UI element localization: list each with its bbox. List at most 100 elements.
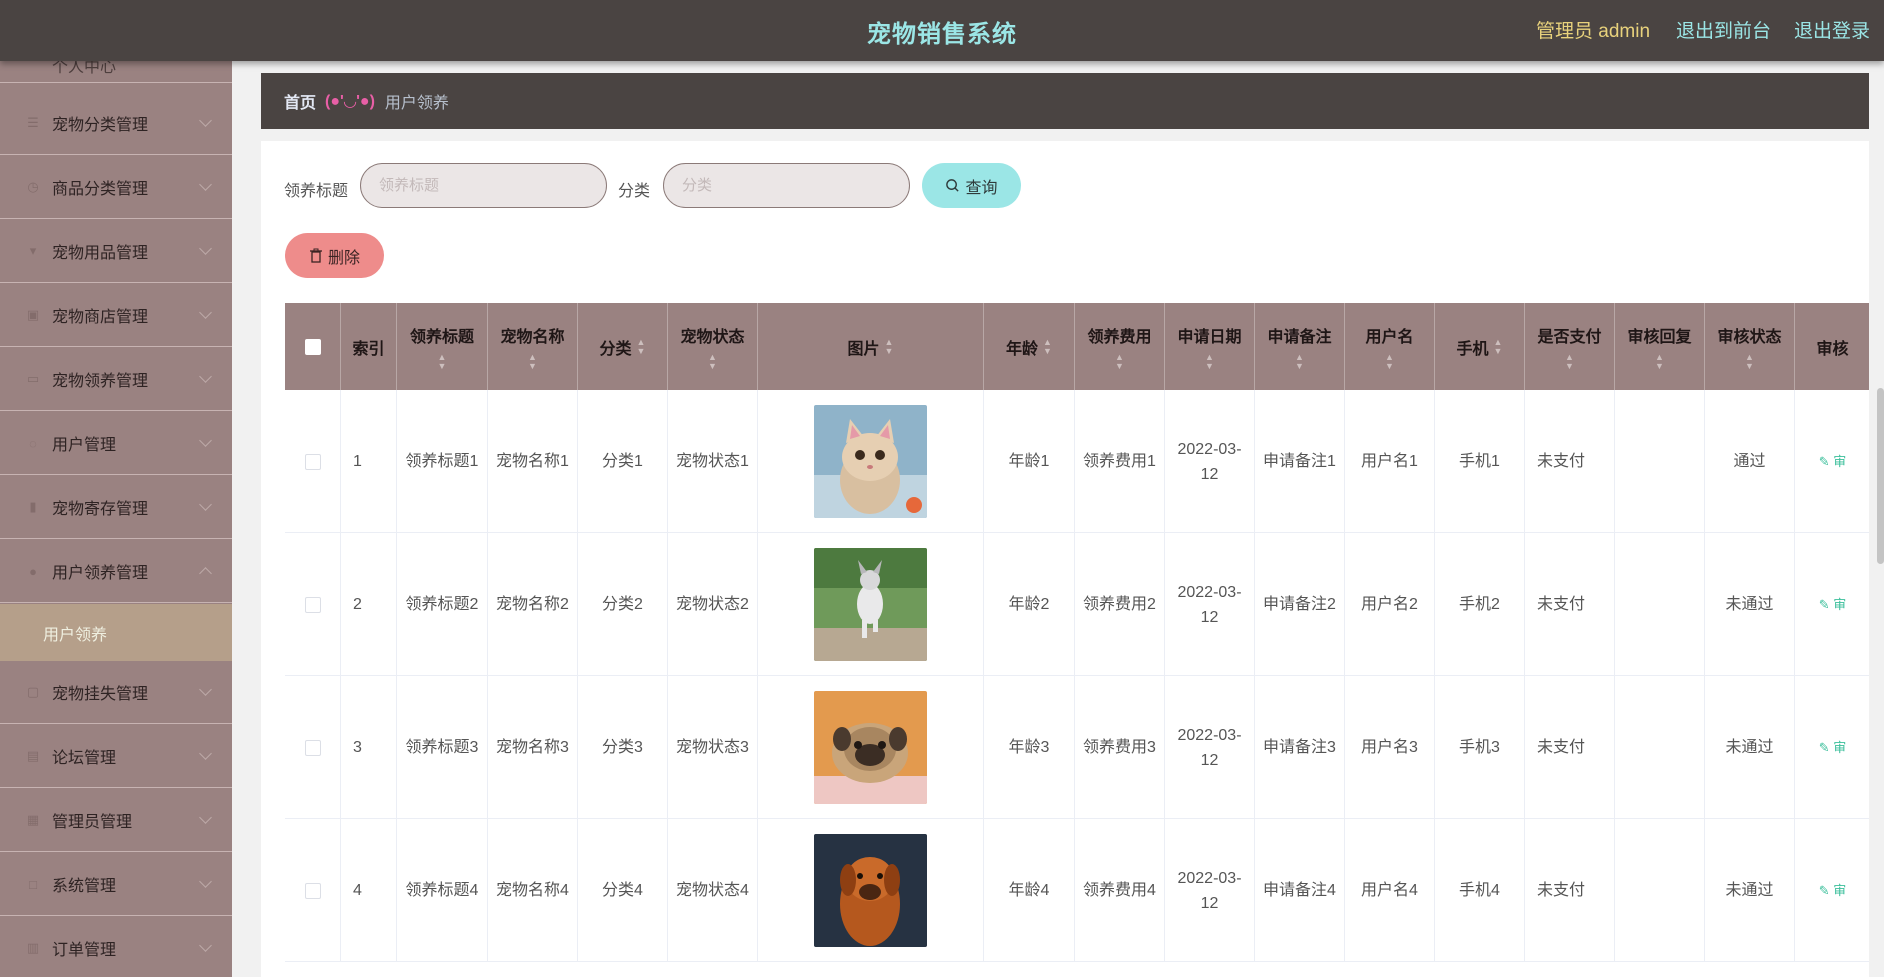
sidebar-item-label: 系统管理 xyxy=(52,878,117,895)
chat-icon: ▢ xyxy=(26,684,40,699)
age-cell: 年龄3 xyxy=(984,676,1075,819)
sidebar-item-pet-category[interactable]: ☰ 宠物分类管理 xyxy=(0,92,232,155)
image-cell xyxy=(758,819,984,962)
sort-icon[interactable]: ▲ ▼ xyxy=(1043,337,1052,356)
row-checkbox[interactable] xyxy=(304,596,321,613)
title-search-input[interactable] xyxy=(360,163,607,208)
phone-cell: 手机4 xyxy=(1435,819,1525,962)
column-header[interactable]: 申请备注 ▲ ▼ xyxy=(1255,303,1345,390)
sort-icon[interactable]: ▲ ▼ xyxy=(885,337,894,356)
sidebar-item-goods-category[interactable]: ◷ 商品分类管理 xyxy=(0,156,232,219)
sort-icon[interactable]: ▲ ▼ xyxy=(1205,352,1214,371)
age-cell: 年龄2 xyxy=(984,533,1075,676)
column-header[interactable]: 宠物状态 ▲ ▼ xyxy=(668,303,758,390)
row-select-cell xyxy=(285,533,341,676)
column-header[interactable]: 申请日期 ▲ ▼ xyxy=(1165,303,1255,390)
trash-icon xyxy=(309,248,322,263)
row-checkbox[interactable] xyxy=(304,453,321,470)
sidebar-item-user-adoption[interactable]: ● 用户领养管理 xyxy=(0,540,232,603)
audit-action-link[interactable]: ✎ 审 xyxy=(1819,878,1847,903)
note-cell: 申请备注4 xyxy=(1255,819,1345,962)
breadcrumb-home[interactable]: 首页 xyxy=(284,89,316,113)
audit-action-link[interactable]: ✎ 审 xyxy=(1819,735,1847,760)
table-row: 1 领养标题1 宠物名称1 分类1 宠物状态1 年龄1 领养费用1 2022-0… xyxy=(285,390,1869,533)
row-select-cell xyxy=(285,676,341,819)
sidebar-item-label: 订单管理 xyxy=(52,942,117,959)
page-scrollbar[interactable] xyxy=(1877,388,1884,564)
sort-icon[interactable]: ▲ ▼ xyxy=(1565,352,1574,371)
sort-icon[interactable]: ▲ ▼ xyxy=(1655,352,1664,371)
row-checkbox[interactable] xyxy=(304,882,321,899)
column-header[interactable]: 手机 ▲ ▼ xyxy=(1435,303,1525,390)
top-bar: 宠物销售系统 管理员 admin 退出到前台 退出登录 xyxy=(0,0,1884,61)
action-cell: ✎ 审 xyxy=(1795,819,1869,962)
sidebar-subitem-label: 用户领养 xyxy=(43,626,108,644)
sidebar-subitem-user-adoption[interactable]: 用户领养 xyxy=(0,604,232,661)
reply-cell xyxy=(1615,819,1705,962)
chevron-down-icon xyxy=(199,370,212,383)
column-header[interactable]: 是否支付 ▲ ▼ xyxy=(1525,303,1615,390)
running-dog-photo[interactable] xyxy=(814,548,927,661)
sort-icon[interactable]: ▲ ▼ xyxy=(1494,337,1503,356)
column-header-label: 审核回复 xyxy=(1627,328,1692,346)
sidebar-item-pet-shop[interactable]: ▣ 宠物商店管理 xyxy=(0,284,232,347)
document-icon: ▥ xyxy=(26,940,40,955)
sort-icon[interactable]: ▲ ▼ xyxy=(1385,352,1394,371)
column-header[interactable]: 领养标题 ▲ ▼ xyxy=(397,303,488,390)
row-checkbox[interactable] xyxy=(304,739,321,756)
cat-photo[interactable] xyxy=(814,405,927,518)
paid-cell: 未支付 xyxy=(1525,676,1615,819)
audit-status-cell: 未通过 xyxy=(1705,676,1795,819)
column-header[interactable]: 图片 ▲ ▼ xyxy=(758,303,984,390)
column-header[interactable]: 审核回复 ▲ ▼ xyxy=(1615,303,1705,390)
column-header[interactable]: 年龄 ▲ ▼ xyxy=(984,303,1075,390)
logout-link[interactable]: 退出登录 xyxy=(1794,16,1870,43)
sidebar-item-forum[interactable]: ▤ 论坛管理 xyxy=(0,725,232,788)
category-search-input[interactable] xyxy=(663,163,910,208)
column-header[interactable]: 审核状态 ▲ ▼ xyxy=(1705,303,1795,390)
column-header[interactable]: 分类 ▲ ▼ xyxy=(578,303,668,390)
column-header-label: 索引 xyxy=(352,340,385,358)
sidebar-item-users[interactable]: ◌ 用户管理 xyxy=(0,412,232,475)
column-header[interactable]: 用户名 ▲ ▼ xyxy=(1345,303,1435,390)
sidebar-item-pet-boarding[interactable]: ▮ 宠物寄存管理 xyxy=(0,476,232,539)
exit-to-front-link[interactable]: 退出到前台 xyxy=(1676,16,1771,43)
age-cell: 年龄4 xyxy=(984,819,1075,962)
category-search-label: 分类 xyxy=(618,183,651,200)
audit-action-link[interactable]: ✎ 审 xyxy=(1819,449,1847,474)
column-header[interactable]: 领养费用 ▲ ▼ xyxy=(1075,303,1165,390)
select-all-header[interactable] xyxy=(285,303,341,390)
sidebar-item-orders[interactable]: ▥ 订单管理 xyxy=(0,917,232,977)
sidebar-item-admins[interactable]: ▦ 管理员管理 xyxy=(0,789,232,852)
list-icon: ☰ xyxy=(27,115,39,130)
select-all-checkbox[interactable] xyxy=(304,338,321,355)
row-select-cell xyxy=(285,819,341,962)
query-button[interactable]: 查询 xyxy=(922,163,1021,208)
pug-photo[interactable] xyxy=(814,691,927,804)
mastiff-photo[interactable] xyxy=(814,834,927,947)
bar-chart-icon: ▮ xyxy=(29,499,37,514)
note-cell: 申请备注1 xyxy=(1255,390,1345,533)
location-icon: ● xyxy=(29,563,37,579)
sort-icon[interactable]: ▲ ▼ xyxy=(438,352,447,371)
phone-cell: 手机2 xyxy=(1435,533,1525,676)
column-header[interactable]: 宠物名称 ▲ ▼ xyxy=(488,303,578,390)
sort-icon[interactable]: ▲ ▼ xyxy=(637,337,646,356)
sort-icon[interactable]: ▲ ▼ xyxy=(1295,352,1304,371)
sidebar-item-pet-lost[interactable]: ▢ 宠物挂失管理 xyxy=(0,661,232,724)
delete-button[interactable]: 删除 xyxy=(285,233,384,278)
sort-icon[interactable]: ▲ ▼ xyxy=(1115,352,1124,371)
sidebar-item-personal-center[interactable]: 个人中心 xyxy=(0,61,232,83)
user-cell: 用户名3 xyxy=(1345,676,1435,819)
sort-icon[interactable]: ▲ ▼ xyxy=(1745,352,1754,371)
fee-cell: 领养费用1 xyxy=(1075,390,1165,533)
breadcrumb: 首页 (●'◡'●) 用户领养 xyxy=(261,73,1869,129)
sidebar-item-system[interactable]: □ 系统管理 xyxy=(0,853,232,916)
paid-cell: 未支付 xyxy=(1525,390,1615,533)
sidebar-item-pet-adoption[interactable]: ▭ 宠物领养管理 xyxy=(0,348,232,411)
sort-icon[interactable]: ▲ ▼ xyxy=(528,352,537,371)
audit-action-link[interactable]: ✎ 审 xyxy=(1819,592,1847,617)
sidebar-item-pet-supplies[interactable]: ▾ 宠物用品管理 xyxy=(0,220,232,283)
sort-icon[interactable]: ▲ ▼ xyxy=(708,352,717,371)
column-header-label: 申请备注 xyxy=(1267,328,1332,346)
